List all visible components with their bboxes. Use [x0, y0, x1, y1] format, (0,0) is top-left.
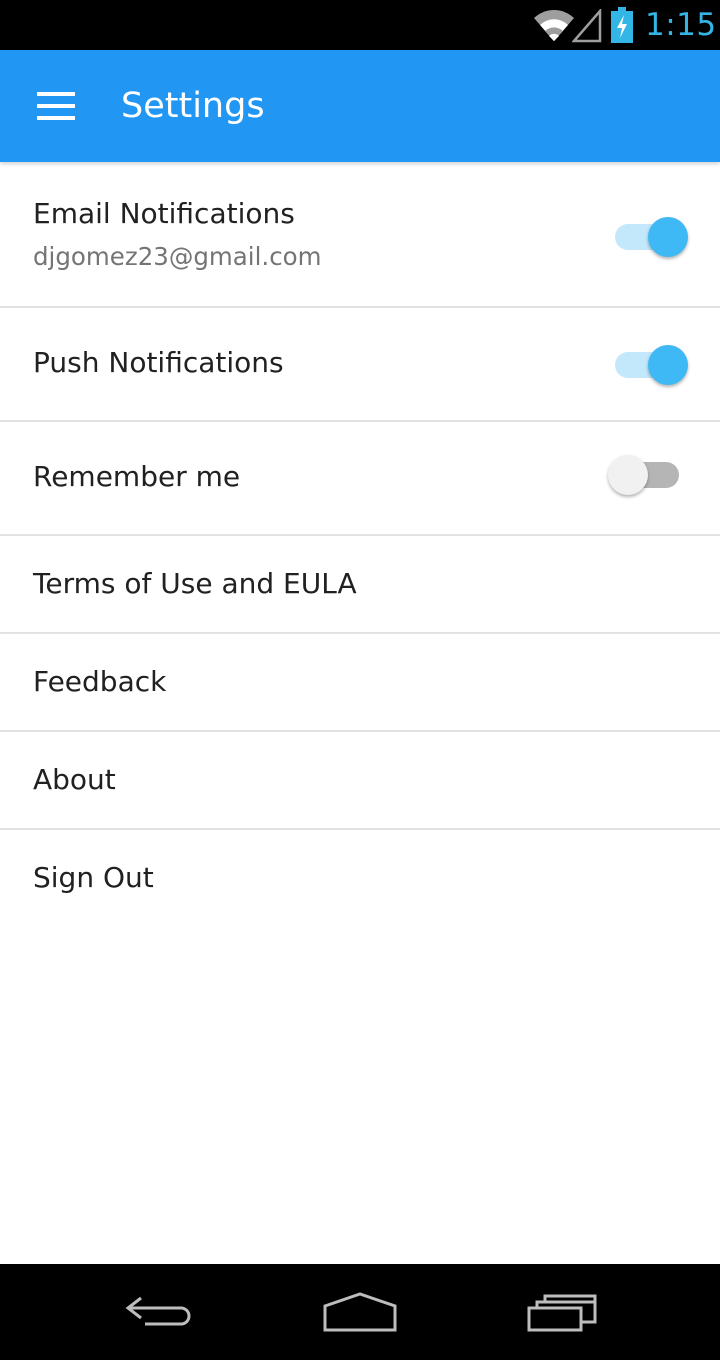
sign-out-row[interactable]: Sign Out	[0, 830, 720, 928]
push-notifications-toggle[interactable]	[608, 338, 688, 390]
battery-charging-icon	[611, 7, 633, 43]
remember-me-row[interactable]: Remember me	[0, 422, 720, 536]
status-time: 1:15	[645, 7, 717, 43]
recent-apps-button[interactable]	[517, 1284, 607, 1340]
email-notifications-toggle[interactable]	[608, 210, 688, 262]
about-row[interactable]: About	[0, 732, 720, 830]
cell-signal-icon	[572, 9, 602, 43]
back-icon	[125, 1296, 191, 1326]
wifi-icon	[534, 10, 574, 41]
feedback-label: Feedback	[33, 665, 167, 698]
email-address: djgomez23@gmail.com	[33, 242, 322, 271]
settings-screen: 1:15 Settings Email Notifications djgome…	[0, 0, 720, 1360]
menu-button[interactable]	[24, 80, 88, 132]
email-notifications-label: Email Notifications	[33, 197, 295, 230]
back-button[interactable]	[115, 1284, 205, 1340]
navigation-bar	[0, 1264, 720, 1360]
settings-list: Email Notifications djgomez23@gmail.com …	[0, 162, 720, 928]
toggle-thumb	[648, 345, 688, 385]
home-icon	[323, 1292, 397, 1332]
push-notifications-row[interactable]: Push Notifications	[0, 308, 720, 422]
toggle-thumb	[648, 217, 688, 257]
terms-row[interactable]: Terms of Use and EULA	[0, 536, 720, 634]
toggle-thumb	[608, 455, 648, 495]
hamburger-menu-icon	[37, 92, 75, 120]
push-notifications-label: Push Notifications	[33, 346, 284, 379]
recent-apps-icon	[527, 1294, 597, 1332]
status-bar: 1:15	[0, 0, 720, 50]
email-notifications-row[interactable]: Email Notifications djgomez23@gmail.com	[0, 162, 720, 308]
page-title: Settings	[121, 86, 265, 126]
home-button[interactable]	[315, 1284, 405, 1340]
feedback-row[interactable]: Feedback	[0, 634, 720, 732]
about-label: About	[33, 763, 116, 796]
remember-me-toggle[interactable]	[608, 448, 688, 500]
remember-me-label: Remember me	[33, 460, 241, 493]
app-bar: Settings	[0, 50, 720, 162]
sign-out-label: Sign Out	[33, 861, 154, 894]
terms-label: Terms of Use and EULA	[33, 567, 357, 600]
